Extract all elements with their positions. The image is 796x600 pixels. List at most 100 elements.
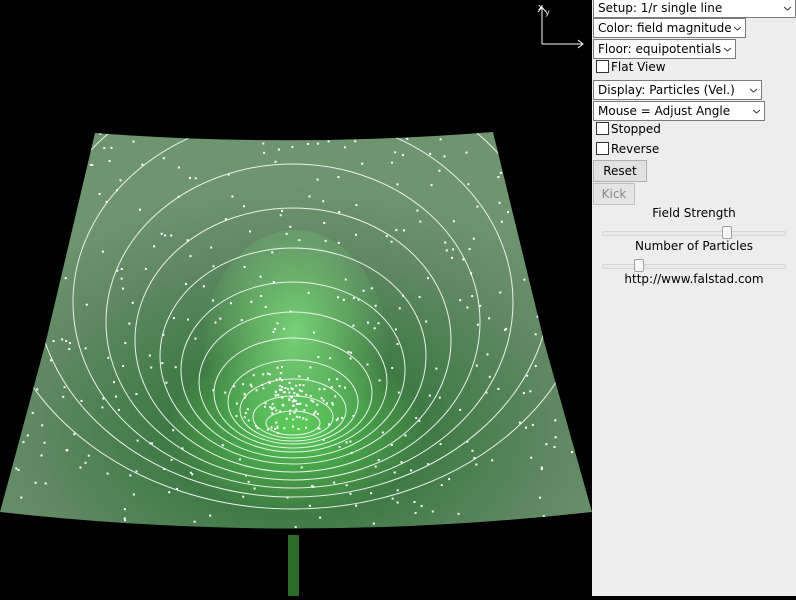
particle-dot (316, 132, 319, 135)
particle-dot (396, 501, 399, 504)
field-strength-slider[interactable] (602, 226, 786, 240)
field-3d-view[interactable]: x y (0, 0, 592, 596)
particle-dot (338, 211, 341, 214)
axis-y-label: y (545, 8, 550, 17)
flat-view-checkbox[interactable]: Flat View (596, 60, 666, 75)
field-strength-label: Field Strength (652, 206, 736, 220)
particle-dot (277, 148, 280, 151)
num-particles-slider[interactable] (602, 259, 786, 273)
particle-dot (471, 449, 474, 452)
particle-dot (357, 298, 360, 301)
particle-dot (440, 484, 443, 487)
particle-dot (194, 337, 197, 340)
particle-dot (504, 328, 507, 331)
particle-dot (326, 402, 328, 405)
particle-dot (274, 428, 277, 430)
particle-dot (530, 174, 533, 177)
particle-dot (87, 454, 90, 457)
particle-dot (263, 405, 266, 408)
particle-dot (259, 275, 262, 278)
particle-dot (397, 391, 400, 394)
particle-dot (264, 402, 267, 405)
display-select[interactable]: Display: Particles (Vel.) (593, 80, 762, 100)
particle-dot (16, 371, 19, 374)
particle-dot (499, 291, 502, 294)
color-select[interactable]: Color: field magnitude (593, 18, 746, 38)
particle-dot (108, 160, 111, 162)
particle-dot (284, 391, 286, 394)
particle-dot (276, 366, 279, 369)
particle-dot (84, 461, 87, 464)
particle-dot (295, 384, 298, 387)
particle-dot (410, 469, 413, 472)
particle-dot (580, 384, 583, 387)
particle-dot (110, 146, 113, 149)
mouse-mode-select[interactable]: Mouse = Adjust Angle (593, 101, 765, 121)
particle-dot (546, 224, 549, 226)
particle-dot (545, 260, 547, 263)
particle-dot (120, 277, 123, 280)
kick-button[interactable]: Kick (593, 183, 635, 205)
particle-dot (275, 421, 278, 424)
particle-dot (280, 372, 283, 375)
setup-select[interactable]: Setup: 1/r single line (593, 0, 796, 18)
particle-dot (372, 522, 375, 525)
stopped-checkbox[interactable]: Stopped (596, 122, 661, 137)
particle-dot (89, 164, 92, 166)
particle-dot (28, 194, 31, 197)
chevron-down-icon (750, 88, 757, 93)
particle-dot (294, 399, 297, 402)
particle-dot (164, 234, 167, 237)
particle-dot (425, 320, 428, 323)
particle-dot (323, 388, 326, 391)
num-particles-label: Number of Particles (635, 239, 753, 253)
particle-dot (476, 205, 479, 208)
particle-dot (298, 389, 301, 392)
particle-dot (271, 412, 274, 415)
particle-dot (406, 137, 409, 140)
field-surface-canvas[interactable] (0, 0, 592, 596)
particle-dot (324, 239, 327, 242)
particle-dot (476, 323, 479, 326)
particle-dot (272, 281, 275, 284)
particle-dot (277, 394, 280, 397)
particle-dot (497, 387, 500, 390)
particle-dot (150, 366, 153, 369)
floor-select[interactable]: Floor: equipotentials (593, 39, 736, 59)
particle-dot (366, 363, 369, 366)
flat-view-checkbox-box[interactable] (596, 60, 609, 73)
particle-dot (189, 176, 191, 179)
reverse-checkbox[interactable]: Reverse (596, 142, 659, 157)
particle-dot (106, 472, 109, 475)
particle-dot (281, 396, 284, 399)
particle-dot (263, 151, 266, 154)
reverse-checkbox-box[interactable] (596, 142, 609, 155)
particle-dot (62, 395, 65, 398)
particle-dot (34, 481, 37, 484)
particle-dot (479, 304, 482, 307)
website-link[interactable]: http://www.falstad.com (592, 272, 796, 286)
reset-button[interactable]: Reset (593, 160, 647, 182)
num-particles-thumb[interactable] (633, 259, 644, 272)
particle-dot (177, 166, 180, 169)
particle-dot (400, 461, 403, 464)
particle-dot (303, 409, 306, 412)
particle-dot (15, 467, 18, 470)
stopped-checkbox-box[interactable] (596, 122, 609, 135)
particle-dot (396, 489, 399, 492)
particle-dot (52, 340, 55, 342)
particle-dot (429, 152, 432, 155)
particle-dot (256, 427, 259, 430)
particle-dot (539, 496, 542, 499)
particle-dot (141, 163, 144, 166)
particle-dot (338, 445, 341, 448)
particle-dot (150, 442, 153, 445)
particle-dot (272, 330, 275, 333)
particle-dot (224, 218, 227, 221)
particle-dot (499, 171, 502, 174)
particle-dot (523, 196, 526, 199)
particle-dot (102, 397, 105, 400)
particle-dot (529, 390, 532, 393)
field-strength-thumb[interactable] (722, 226, 733, 239)
particle-dot (579, 286, 581, 289)
